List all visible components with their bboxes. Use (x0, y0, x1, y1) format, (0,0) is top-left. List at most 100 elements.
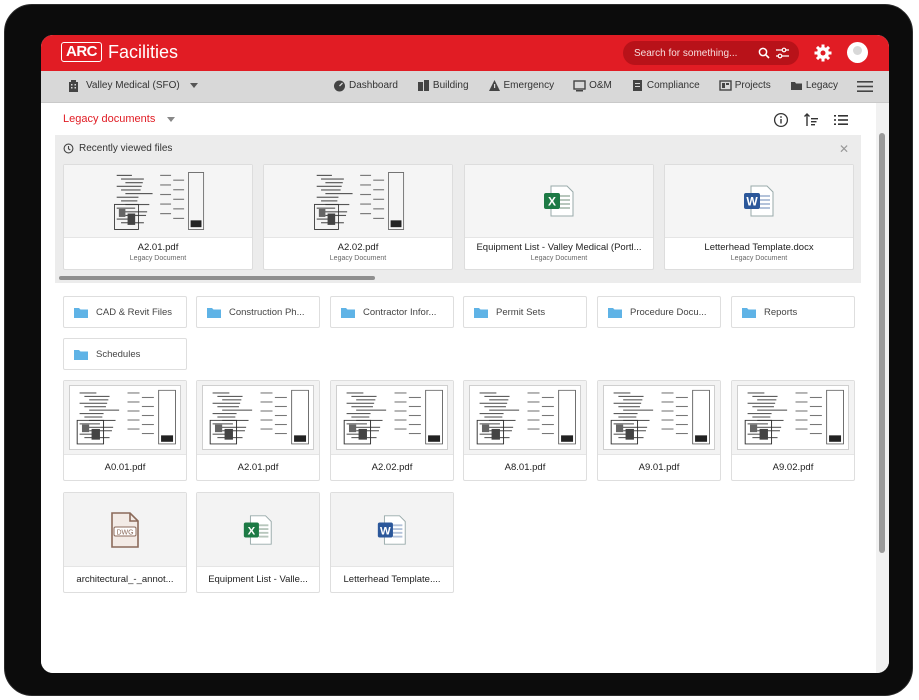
sort-icon[interactable] (803, 112, 819, 128)
file-preview (264, 165, 452, 238)
search-input[interactable] (634, 48, 752, 59)
folder-item[interactable]: CAD & Revit Files (63, 296, 187, 328)
folder-icon (742, 307, 756, 318)
file-name: A2.01.pdf (64, 242, 252, 253)
info-icon[interactable] (773, 112, 789, 128)
top-bar: ARC Facilities (41, 35, 889, 71)
nav-item-o-m[interactable]: O&M (573, 79, 612, 92)
word-file-icon: W (375, 513, 409, 547)
folder-item[interactable]: Schedules (63, 338, 187, 370)
pdf-thumbnail (469, 385, 581, 449)
folder-name: Schedules (96, 349, 182, 360)
file-card[interactable]: DWG architectural_-_annot... (63, 492, 187, 593)
file-card[interactable]: WLetterhead Template.... (330, 492, 454, 593)
excel-file-icon: X (241, 513, 275, 547)
pdf-thumbnail (69, 385, 181, 449)
recent-title: Recently viewed files (79, 143, 172, 154)
main-content: Legacy documents Recently viewed files ✕… (41, 103, 876, 673)
vertical-scrollbar[interactable] (876, 103, 889, 673)
file-card[interactable]: A2.01.pdf (196, 380, 320, 481)
menu-icon[interactable] (857, 80, 873, 93)
drawing-preview (470, 386, 580, 448)
projects-icon (719, 79, 732, 92)
history-icon (63, 143, 74, 154)
nav-item-compliance[interactable]: Compliance (631, 79, 700, 92)
folder-icon (207, 307, 221, 318)
word-letter: W (746, 195, 758, 209)
file-card[interactable]: A2.02.pdf (330, 380, 454, 481)
file-name: architectural_-_annot... (64, 574, 186, 585)
om-icon (573, 79, 586, 92)
folder-name: Procedure Docu... (630, 307, 716, 318)
search-bar (623, 41, 799, 65)
drawing-preview (203, 386, 313, 448)
nav-label: Compliance (647, 80, 700, 91)
file-type-label: Legacy Document (264, 255, 452, 262)
search-icon[interactable] (758, 47, 770, 59)
page-title: Legacy documents (63, 113, 155, 125)
nav-item-legacy[interactable]: Legacy (790, 79, 838, 92)
site-selector[interactable]: Valley Medical (SFO) (67, 79, 198, 92)
word-letter: W (380, 525, 391, 537)
file-card[interactable]: A0.01.pdf (63, 380, 187, 481)
documents-dropdown[interactable]: Legacy documents (63, 113, 175, 125)
main-navigation: Dashboard Building Emergency O&M Compliance P… (333, 79, 838, 92)
folder-item[interactable]: Contractor Infor... (330, 296, 454, 328)
folder-item[interactable]: Procedure Docu... (597, 296, 721, 328)
building-icon (417, 79, 430, 92)
list-view-icon[interactable] (833, 112, 849, 128)
file-preview (64, 165, 252, 238)
close-icon[interactable]: ✕ (839, 142, 849, 156)
nav-label: Dashboard (349, 80, 398, 91)
file-name: A2.02.pdf (331, 462, 453, 473)
file-name: A2.01.pdf (197, 462, 319, 473)
nav-bar: Valley Medical (SFO) Dashboard Building Em… (41, 71, 889, 103)
user-avatar[interactable] (847, 42, 868, 63)
gear-icon[interactable] (814, 44, 830, 60)
file-preview (331, 381, 453, 455)
chevron-down-icon (190, 83, 198, 89)
file-preview: X (465, 165, 653, 238)
folder-icon (74, 349, 88, 360)
recent-file-card[interactable]: X Equipment List - Valley Medical (Portl.… (464, 164, 654, 270)
pdf-thumbnail (308, 168, 408, 234)
nav-item-emergency[interactable]: Emergency (488, 79, 555, 92)
nav-item-projects[interactable]: Projects (719, 79, 771, 92)
file-type-label: Legacy Document (665, 255, 853, 262)
nav-item-dashboard[interactable]: Dashboard (333, 79, 398, 92)
file-type-label: Legacy Document (465, 255, 653, 262)
excel-letter: X (248, 525, 256, 537)
file-type-label: Legacy Document (64, 255, 252, 262)
drawing-preview (308, 168, 408, 234)
nav-label: O&M (589, 80, 612, 91)
recent-header: Recently viewed files (63, 143, 172, 154)
folder-name: Reports (764, 307, 850, 318)
folder-item[interactable]: Construction Ph... (196, 296, 320, 328)
filter-icon[interactable] (776, 47, 789, 59)
recent-file-card[interactable]: A2.02.pdfLegacy Document (263, 164, 453, 270)
file-card[interactable]: A8.01.pdf (463, 380, 587, 481)
app-logo[interactable]: ARC Facilities (61, 42, 178, 62)
file-name: A9.02.pdf (732, 462, 854, 473)
folder-item[interactable]: Permit Sets (463, 296, 587, 328)
chevron-down-icon (167, 117, 175, 122)
dwg-file-icon: DWG (108, 511, 142, 549)
folder-item[interactable]: Reports (731, 296, 855, 328)
file-name: A9.01.pdf (598, 462, 720, 473)
file-card[interactable]: A9.01.pdf (597, 380, 721, 481)
file-card[interactable]: XEquipment List - Valle... (196, 492, 320, 593)
file-preview (464, 381, 586, 455)
nav-item-building[interactable]: Building (417, 79, 469, 92)
drawing-preview (738, 386, 848, 448)
recent-file-card[interactable]: W Letterhead Template.docx Legacy Document (664, 164, 854, 270)
documents-header: Legacy documents (41, 103, 876, 133)
file-name: Letterhead Template.docx (665, 242, 853, 253)
scrollbar-thumb[interactable] (879, 133, 885, 553)
file-card[interactable]: A9.02.pdf (731, 380, 855, 481)
folder-icon (474, 307, 488, 318)
file-name: Equipment List - Valley Medical (Portl..… (465, 242, 653, 253)
horizontal-scrollbar[interactable] (59, 276, 375, 280)
recent-file-card[interactable]: A2.01.pdf Legacy Document (63, 164, 253, 270)
pdf-thumbnail (202, 385, 314, 449)
file-preview: X (197, 493, 319, 567)
